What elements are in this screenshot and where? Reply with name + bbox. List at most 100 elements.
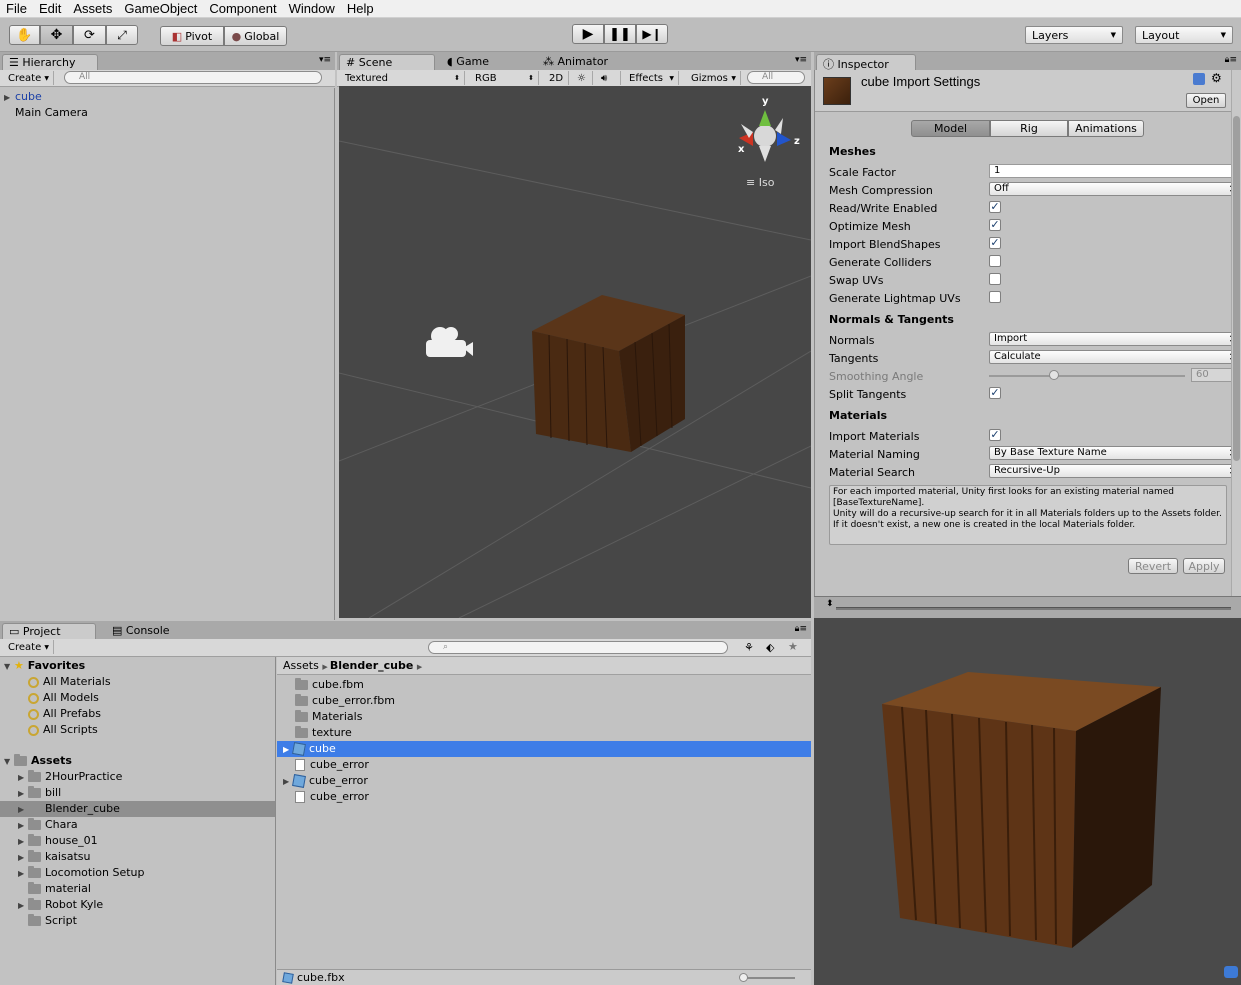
asset-label-icon[interactable] xyxy=(1224,966,1238,978)
generate-lightmap-checkbox[interactable] xyxy=(989,291,1001,303)
hand-tool-button[interactable]: ✋ xyxy=(9,25,40,45)
normals-dropdown[interactable]: Import xyxy=(989,332,1239,346)
favorite-item[interactable]: All Prefabs xyxy=(28,706,101,722)
project-create-button[interactable]: Create ▼ xyxy=(4,640,55,654)
breadcrumb-root[interactable]: Assets xyxy=(283,659,319,672)
tab-model[interactable]: Model xyxy=(911,120,990,137)
global-button[interactable]: ● Global xyxy=(224,26,287,46)
file-item[interactable]: ▶ cube_error xyxy=(283,773,368,789)
status-file[interactable]: cube.fbx xyxy=(282,971,345,984)
asset-folder[interactable]: ▶ bill xyxy=(18,785,61,801)
shading-dropdown[interactable]: Textured ⬍ xyxy=(341,71,465,85)
favorite-item[interactable]: All Models xyxy=(28,690,99,706)
scene-cube[interactable] xyxy=(532,295,685,452)
tangents-dropdown[interactable]: Calculate xyxy=(989,350,1239,364)
asset-folder[interactable]: ▶ Chara xyxy=(18,817,78,833)
menu-assets[interactable]: Assets xyxy=(67,1,118,16)
effects-dropdown[interactable]: Effects ▼ xyxy=(625,71,679,85)
menu-component[interactable]: Component xyxy=(203,1,282,16)
step-button[interactable]: ▶❙ xyxy=(636,24,668,44)
inspector-scrollbar[interactable] xyxy=(1231,70,1241,596)
project-search-input[interactable]: ⌕ xyxy=(428,641,728,654)
file-item-selected[interactable]: ▶ cube xyxy=(283,741,336,757)
iso-toggle[interactable]: ≡ Iso xyxy=(746,176,774,189)
model-preview[interactable] xyxy=(814,618,1241,985)
favorite-item[interactable]: All Scripts xyxy=(28,722,98,738)
assets-header[interactable]: ▼ Assets xyxy=(4,753,72,769)
scene-search-input[interactable]: All xyxy=(747,71,805,84)
panel-menu-icon[interactable]: ▾≡ xyxy=(319,55,331,65)
import-materials-checkbox[interactable]: ✓ xyxy=(989,429,1001,441)
apply-button[interactable]: Apply xyxy=(1183,558,1225,574)
pause-button[interactable]: ❚❚ xyxy=(604,24,636,44)
expand-arrow-icon[interactable]: ▶ xyxy=(4,90,14,106)
play-button[interactable]: ▶ xyxy=(572,24,604,44)
tab-inspector[interactable]: ⓘ Inspector xyxy=(816,54,916,71)
file-item[interactable]: cube_error xyxy=(295,789,369,805)
asset-folder[interactable]: ▶ 2HourPractice xyxy=(18,769,122,785)
menu-edit[interactable]: Edit xyxy=(33,1,67,16)
revert-button[interactable]: Revert xyxy=(1128,558,1178,574)
mesh-compression-dropdown[interactable]: Off xyxy=(989,182,1239,196)
favorite-star-icon[interactable]: ★ xyxy=(788,640,798,653)
smoothing-slider-track[interactable] xyxy=(989,375,1185,377)
tab-hierarchy[interactable]: ☰ Hierarchy xyxy=(2,54,98,70)
chevron-updown-icon[interactable]: ⬍ xyxy=(826,599,834,609)
tab-animations[interactable]: Animations xyxy=(1068,120,1144,137)
smoothing-slider-thumb[interactable] xyxy=(1048,370,1059,380)
orientation-gizmo[interactable] xyxy=(739,110,791,162)
rotate-tool-button[interactable]: ⟳ xyxy=(73,25,106,45)
layout-dropdown[interactable]: Layout ▼ xyxy=(1135,26,1233,44)
asset-folder-selected[interactable]: ▶ Blender_cube xyxy=(18,801,120,817)
file-item[interactable]: cube_error.fbm xyxy=(295,693,395,709)
asset-folder[interactable]: ▶ kaisatsu xyxy=(18,849,90,865)
generate-colliders-checkbox[interactable] xyxy=(989,255,1001,267)
help-book-icon[interactable] xyxy=(1193,73,1205,85)
material-search-dropdown[interactable]: Recursive-Up xyxy=(989,464,1239,478)
tab-animator[interactable]: ⁂ Animator xyxy=(537,54,637,70)
asset-folder[interactable]: ▶ Robot Kyle xyxy=(18,897,103,913)
rgb-dropdown[interactable]: RGB ⬍ xyxy=(471,71,539,85)
preview-splitter[interactable] xyxy=(836,607,1231,610)
hierarchy-item-cube[interactable]: ▶ cube xyxy=(4,89,42,105)
icon-size-slider-thumb[interactable] xyxy=(739,973,748,982)
panel-menu-icon[interactable]: ▾≡ xyxy=(795,55,807,65)
read-write-checkbox[interactable]: ✓ xyxy=(989,201,1001,213)
file-item[interactable]: cube.fbm xyxy=(295,677,364,693)
scene-view[interactable]: y x z ≡ Iso xyxy=(339,86,811,618)
pivot-button[interactable]: ◧ Pivot xyxy=(160,26,224,46)
layers-dropdown[interactable]: Layers ▼ xyxy=(1025,26,1123,44)
file-item[interactable]: cube_error xyxy=(295,757,369,773)
favorites-header[interactable]: ▼ ★ Favorites xyxy=(4,658,85,674)
asset-folder[interactable]: material xyxy=(28,881,91,897)
tab-project[interactable]: ▭ Project xyxy=(2,623,96,639)
tab-console[interactable]: ▤ Console xyxy=(106,623,196,639)
open-button[interactable]: Open xyxy=(1186,93,1226,108)
optimize-mesh-checkbox[interactable]: ✓ xyxy=(989,219,1001,231)
asset-folder[interactable]: ▶ house_01 xyxy=(18,833,98,849)
tab-scene[interactable]: # Scene xyxy=(339,54,435,70)
move-tool-button[interactable]: ✥ xyxy=(40,25,73,45)
material-naming-dropdown[interactable]: By Base Texture Name xyxy=(989,446,1239,460)
hierarchy-create-button[interactable]: Create ▼ xyxy=(4,71,55,85)
breadcrumb-current[interactable]: Blender_cube xyxy=(330,659,413,672)
swap-uvs-checkbox[interactable] xyxy=(989,273,1001,285)
hierarchy-item-main-camera[interactable]: Main Camera xyxy=(15,105,88,121)
lock-icon[interactable]: 🔒︎≡ xyxy=(795,624,807,634)
scale-tool-button[interactable]: ⤢ xyxy=(106,25,138,45)
camera-icon[interactable] xyxy=(426,327,473,357)
menu-window[interactable]: Window xyxy=(283,1,341,16)
preview-header[interactable]: ⬍ xyxy=(814,596,1241,618)
scale-factor-input[interactable]: 1 xyxy=(989,164,1239,178)
menu-gameobject[interactable]: GameObject xyxy=(118,1,203,16)
tab-rig[interactable]: Rig xyxy=(990,120,1068,137)
2d-toggle[interactable]: 2D xyxy=(545,71,569,85)
tab-game[interactable]: ◖ Game xyxy=(441,54,531,70)
import-blendshapes-checkbox[interactable]: ✓ xyxy=(989,237,1001,249)
asset-folder[interactable]: ▶ Locomotion Setup xyxy=(18,865,144,881)
gear-icon[interactable]: ⚙ xyxy=(1211,71,1222,85)
filter-type-icon[interactable]: ⚘ xyxy=(744,641,754,654)
filter-label-icon[interactable]: ⬖ xyxy=(766,641,774,654)
file-item[interactable]: texture xyxy=(295,725,352,741)
lock-icon[interactable]: 🔒︎≡ xyxy=(1225,55,1237,65)
